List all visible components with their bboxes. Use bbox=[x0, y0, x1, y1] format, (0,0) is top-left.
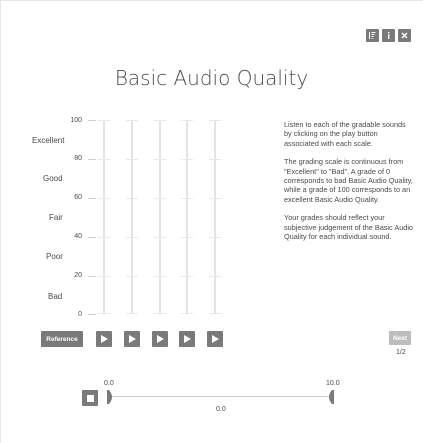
play-button-3[interactable] bbox=[152, 331, 168, 347]
current-time: 0.0 bbox=[216, 406, 226, 413]
loop-end-time: 10.0 bbox=[326, 380, 340, 387]
tick-label-20: 20 bbox=[74, 272, 82, 279]
header-toolbar bbox=[366, 29, 411, 42]
tick-label-80: 80 bbox=[74, 155, 82, 162]
play-icon bbox=[212, 335, 219, 343]
axis-tick bbox=[88, 198, 96, 199]
play-icon bbox=[157, 335, 164, 343]
tick-label-0: 0 bbox=[78, 311, 82, 318]
play-icon bbox=[101, 335, 108, 343]
next-button[interactable]: Next bbox=[389, 331, 411, 345]
stop-icon bbox=[86, 394, 94, 402]
scale-label-fair: Fair bbox=[49, 213, 63, 222]
page-title: Basic Audio Quality bbox=[114, 66, 309, 90]
instructions-panel: Listen to each of the gradable sounds by… bbox=[284, 120, 414, 250]
rating-slider-5[interactable] bbox=[209, 120, 221, 314]
instructions-paragraph-2: The grading scale is continuous from "Ex… bbox=[284, 157, 413, 204]
play-button-1[interactable] bbox=[96, 331, 112, 347]
scale-label-poor: Poor bbox=[46, 252, 63, 261]
instructions-paragraph-1: Listen to each of the gradable sounds by… bbox=[284, 120, 406, 148]
tick-label-60: 60 bbox=[74, 194, 82, 201]
rating-slider-3[interactable] bbox=[154, 120, 166, 314]
play-icon bbox=[129, 335, 136, 343]
rating-slider-4[interactable] bbox=[181, 120, 193, 314]
info-icon[interactable] bbox=[382, 29, 395, 42]
scale-label-bad: Bad bbox=[48, 292, 63, 301]
play-button-4[interactable] bbox=[179, 331, 195, 347]
play-button-5[interactable] bbox=[207, 331, 223, 347]
sort-icon[interactable] bbox=[366, 29, 379, 42]
close-icon[interactable] bbox=[398, 29, 411, 42]
scale-label-good: Good bbox=[43, 174, 63, 183]
rating-slider-2[interactable] bbox=[126, 120, 138, 314]
instructions-paragraph-3: Your grades should reflect your subjecti… bbox=[284, 213, 413, 242]
reference-button[interactable]: Reference bbox=[41, 331, 83, 347]
axis-tick bbox=[88, 120, 96, 121]
play-button-2[interactable] bbox=[124, 331, 140, 347]
playback-timeline[interactable] bbox=[108, 396, 334, 397]
slider-rail[interactable] bbox=[159, 120, 161, 314]
loop-start-handle[interactable] bbox=[107, 390, 115, 404]
slider-rail[interactable] bbox=[131, 120, 133, 314]
play-icon bbox=[184, 335, 191, 343]
rating-slider-1[interactable] bbox=[98, 120, 110, 314]
tick-label-100: 100 bbox=[70, 117, 82, 124]
slider-rail[interactable] bbox=[186, 120, 188, 314]
stop-button[interactable] bbox=[82, 390, 98, 406]
slider-rail[interactable] bbox=[214, 120, 216, 314]
tick-label-40: 40 bbox=[74, 233, 82, 240]
axis-tick bbox=[88, 276, 96, 277]
axis-tick bbox=[88, 159, 96, 160]
loop-end-handle[interactable] bbox=[326, 390, 334, 404]
page-indicator: 1/2 bbox=[396, 349, 406, 356]
axis-tick bbox=[88, 237, 96, 238]
scale-label-excellent: Excellent bbox=[32, 136, 65, 145]
loop-start-time: 0.0 bbox=[104, 380, 114, 387]
slider-rail[interactable] bbox=[103, 120, 105, 314]
axis-tick bbox=[88, 314, 96, 315]
